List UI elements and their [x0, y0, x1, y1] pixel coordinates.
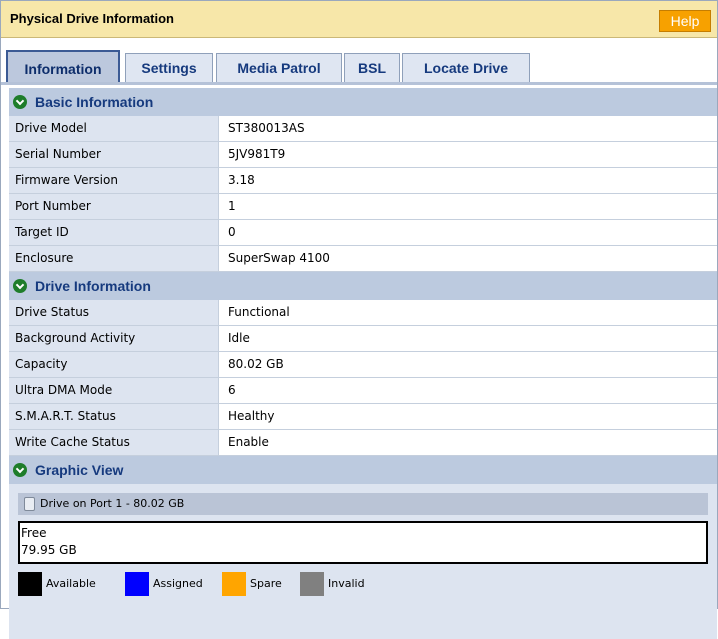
row-label: Target ID — [9, 220, 219, 245]
row-value: Idle — [220, 326, 717, 351]
legend-label: Spare — [250, 577, 282, 590]
section-graphic-view[interactable]: Graphic View — [9, 456, 717, 484]
help-button[interactable]: Help — [659, 10, 711, 32]
legend: Available Assigned Spare Invalid — [18, 567, 708, 597]
drive-label: Drive on Port 1 - 80.02 GB — [40, 497, 185, 510]
tab-media-patrol[interactable]: Media Patrol — [216, 53, 342, 82]
row-label: Firmware Version — [9, 168, 219, 193]
section-drive-information[interactable]: Drive Information — [9, 272, 717, 300]
table-row: Drive Model ST380013AS — [9, 116, 717, 142]
row-value: SuperSwap 4100 — [220, 246, 717, 271]
table-row: Target ID 0 — [9, 220, 717, 246]
content-area: Basic Information Drive Model ST380013AS… — [9, 88, 717, 639]
tab-bsl[interactable]: BSL — [344, 53, 400, 82]
legend-swatch — [222, 572, 246, 596]
table-row: Background Activity Idle — [9, 326, 717, 352]
drive-bar: Drive on Port 1 - 80.02 GB — [18, 493, 708, 515]
tab-bar: Information Settings Media Patrol BSL Lo… — [1, 38, 717, 86]
row-label: Drive Model — [9, 116, 219, 141]
row-value: 6 — [220, 378, 717, 403]
table-row: Write Cache Status Enable — [9, 430, 717, 456]
table-row: Capacity 80.02 GB — [9, 352, 717, 378]
row-label: Ultra DMA Mode — [9, 378, 219, 403]
graphic-view-panel: Drive on Port 1 - 80.02 GB Free 79.95 GB… — [9, 484, 717, 639]
row-label: Serial Number — [9, 142, 219, 167]
free-label: Free — [21, 526, 47, 540]
legend-label: Invalid — [328, 577, 365, 590]
row-label: Capacity — [9, 352, 219, 377]
chevron-down-icon[interactable] — [13, 95, 27, 109]
row-value: Functional — [220, 300, 717, 325]
tab-underline — [1, 82, 717, 85]
row-value: 0 — [220, 220, 717, 245]
legend-swatch — [18, 572, 42, 596]
page-title: Physical Drive Information — [10, 11, 174, 26]
legend-swatch — [300, 572, 324, 596]
row-value: 1 — [220, 194, 717, 219]
row-label: Enclosure — [9, 246, 219, 271]
row-label: Background Activity — [9, 326, 219, 351]
tab-information[interactable]: Information — [6, 50, 120, 85]
row-label: Port Number — [9, 194, 219, 219]
row-value: 80.02 GB — [220, 352, 717, 377]
row-value: Enable — [220, 430, 717, 455]
table-row: Port Number 1 — [9, 194, 717, 220]
table-row: Ultra DMA Mode 6 — [9, 378, 717, 404]
row-value: Healthy — [220, 404, 717, 429]
free-space-segment[interactable]: Free 79.95 GB — [18, 521, 708, 564]
row-label: S.M.A.R.T. Status — [9, 404, 219, 429]
section-title: Graphic View — [35, 462, 124, 478]
drive-icon — [24, 497, 35, 511]
table-row: Serial Number 5JV981T9 — [9, 142, 717, 168]
section-basic-information[interactable]: Basic Information — [9, 88, 717, 116]
section-title: Drive Information — [35, 278, 151, 294]
table-row: Enclosure SuperSwap 4100 — [9, 246, 717, 272]
free-size: 79.95 GB — [21, 543, 77, 557]
tab-settings[interactable]: Settings — [125, 53, 213, 82]
row-label: Write Cache Status — [9, 430, 219, 455]
section-title: Basic Information — [35, 94, 154, 110]
row-value: ST380013AS — [220, 116, 717, 141]
legend-label: Assigned — [153, 577, 203, 590]
table-row: Firmware Version 3.18 — [9, 168, 717, 194]
row-label: Drive Status — [9, 300, 219, 325]
chevron-down-icon[interactable] — [13, 463, 27, 477]
table-row: S.M.A.R.T. Status Healthy — [9, 404, 717, 430]
row-value: 3.18 — [220, 168, 717, 193]
physical-drive-panel: Physical Drive Information Help Informat… — [0, 0, 718, 639]
table-row: Drive Status Functional — [9, 300, 717, 326]
row-value: 5JV981T9 — [220, 142, 717, 167]
tab-locate-drive[interactable]: Locate Drive — [402, 53, 530, 82]
legend-swatch — [125, 572, 149, 596]
title-bar: Physical Drive Information Help — [1, 1, 717, 38]
legend-label: Available — [46, 577, 96, 590]
chevron-down-icon[interactable] — [13, 279, 27, 293]
